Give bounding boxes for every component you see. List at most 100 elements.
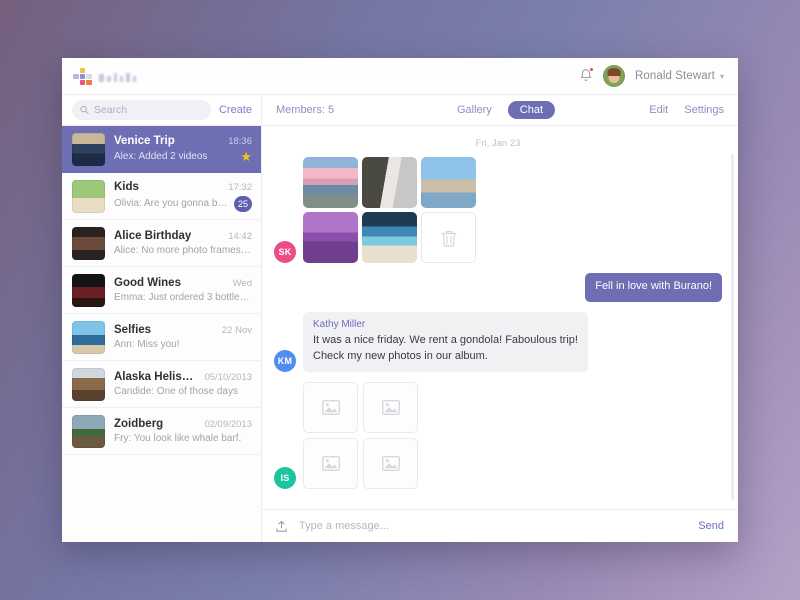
avatar[interactable]: SK bbox=[274, 241, 296, 263]
conversation-title: Zoidberg bbox=[114, 418, 164, 430]
search-icon bbox=[80, 105, 89, 115]
conversation-preview: Ann: Miss you! bbox=[114, 339, 180, 350]
conversation-title: Alice Birthday bbox=[114, 230, 192, 242]
conversation-timestamp: 05/10/2013 bbox=[204, 372, 252, 383]
sidebar: Create Venice Trip 18:36 Alex: Added 2 vid… bbox=[62, 95, 262, 542]
image-placeholder-icon bbox=[321, 400, 340, 416]
avatar[interactable]: IS bbox=[274, 467, 296, 490]
photo-thumbnail[interactable] bbox=[303, 212, 358, 263]
conversation-text: Alaska Heliskiing 05/10/2013 Candide: One … bbox=[114, 371, 252, 397]
image-placeholder-icon bbox=[381, 456, 400, 472]
edit-button[interactable]: Edit bbox=[649, 104, 668, 116]
app-window: Ronald Stewart ▾ Create Venice Trip 18:36… bbox=[62, 58, 738, 542]
conversation-text: Selfies 22 Nov Ann: Miss you! bbox=[114, 324, 252, 350]
photo-thumbnail[interactable] bbox=[362, 157, 417, 208]
sidebar-search-row: Create bbox=[62, 95, 261, 126]
message-placeholder-grid: IS bbox=[274, 382, 722, 490]
brand-wordmark bbox=[99, 70, 136, 82]
send-button[interactable]: Send bbox=[698, 520, 724, 532]
conversation-thumbnail bbox=[72, 226, 105, 260]
conversation-timestamp: 14:42 bbox=[228, 231, 252, 242]
conversation-thumbnail bbox=[72, 132, 105, 166]
avatar[interactable]: KM bbox=[274, 350, 296, 373]
conversation-preview: Alice: No more photo frames, please! bbox=[114, 245, 252, 256]
trash-icon bbox=[440, 230, 457, 247]
conversation-timestamp: 22 Nov bbox=[221, 325, 252, 336]
search-input[interactable] bbox=[93, 104, 203, 116]
avatar[interactable] bbox=[602, 65, 625, 87]
message-input[interactable] bbox=[299, 520, 689, 532]
conversation-thumbnail bbox=[72, 320, 105, 354]
message-bubble[interactable]: Kathy Miller It was a nice friday. We re… bbox=[303, 311, 588, 373]
photo-thumbnail[interactable] bbox=[362, 212, 417, 263]
members-count: Members: 5 bbox=[276, 104, 335, 116]
upload-icon[interactable] bbox=[274, 519, 289, 534]
date-separator: Fri, Jan 23 bbox=[475, 138, 521, 149]
message-text-line-2: Check my new photos in our album. bbox=[313, 350, 488, 363]
conversation-text: Venice Trip 18:36 Alex: Added 2 videos ★ bbox=[114, 135, 252, 163]
conversation-timestamp: 02/09/2013 bbox=[204, 419, 252, 430]
tab-gallery[interactable]: Gallery bbox=[445, 101, 504, 119]
conversation-preview: Olivia: Are you gonna be late... bbox=[114, 198, 228, 209]
photo-thumbnail[interactable] bbox=[303, 157, 358, 208]
conversation-thumbnail bbox=[72, 367, 105, 401]
conversation-text: Good Wines Wed Emma: Just ordered 3 bottle… bbox=[114, 277, 252, 303]
conversation-text: Alice Birthday 14:42 Alice: No more photo … bbox=[114, 230, 252, 256]
thread-scrollbar[interactable] bbox=[731, 154, 734, 501]
conversation-preview: Fry: You look like whale barf. bbox=[114, 433, 242, 444]
star-icon[interactable]: ★ bbox=[240, 150, 252, 163]
app-body: Create Venice Trip 18:36 Alex: Added 2 vid… bbox=[62, 95, 738, 542]
conversation-text: Kids 17:32Olivia: Are you gonna be late..… bbox=[114, 181, 252, 212]
view-tabs[interactable]: Gallery Chat bbox=[445, 101, 556, 119]
create-button[interactable]: Create bbox=[219, 104, 252, 116]
conversation-list-item[interactable]: Good Wines Wed Emma: Just ordered 3 bottle… bbox=[62, 267, 261, 314]
image-placeholder-icon bbox=[381, 400, 400, 416]
message-outgoing: Fell in love with Burano! bbox=[274, 273, 722, 302]
app-logo-icon bbox=[73, 67, 92, 85]
message-composer: Send bbox=[262, 509, 738, 542]
conversation-list-item[interactable]: Venice Trip 18:36 Alex: Added 2 videos ★ bbox=[62, 126, 261, 173]
toolbar-actions: Edit Settings bbox=[649, 104, 724, 116]
message-text-line-1: It was a nice friday. We rent a gondola!… bbox=[313, 334, 578, 347]
app-header: Ronald Stewart ▾ bbox=[62, 58, 738, 95]
message-sender: Kathy Miller bbox=[313, 318, 366, 330]
brand-logo[interactable] bbox=[73, 67, 136, 85]
conversation-thumbnail bbox=[72, 273, 105, 307]
image-placeholder-icon bbox=[321, 456, 340, 472]
conversation-title: Venice Trip bbox=[114, 135, 175, 147]
conversation-title: Kids bbox=[114, 180, 139, 193]
bell-icon[interactable] bbox=[579, 66, 594, 85]
conversation-list-item[interactable]: Zoidberg 02/09/2013 Fry: You look like wha… bbox=[62, 408, 261, 455]
conversation-list-item[interactable]: Selfies 22 Nov Ann: Miss you! bbox=[62, 314, 261, 361]
conversation-list[interactable]: Venice Trip 18:36 Alex: Added 2 videos ★ Kid… bbox=[62, 126, 261, 542]
conversation-preview: Emma: Just ordered 3 bottles of Pet... bbox=[114, 292, 252, 303]
image-placeholder-slot[interactable] bbox=[363, 438, 418, 490]
conversation-thumbnail bbox=[72, 414, 105, 448]
chevron-down-icon[interactable]: ▾ bbox=[720, 72, 724, 81]
conversation-list-item[interactable]: Alice Birthday 14:42 Alice: No more photo … bbox=[62, 220, 261, 267]
message-thread[interactable]: Fri, Jan 23 SK Fell in love with Burano!… bbox=[262, 126, 738, 509]
conversation-list-item[interactable]: Kids 17:32Olivia: Are you gonna be late..… bbox=[62, 173, 261, 220]
image-placeholder-slot[interactable] bbox=[303, 382, 358, 434]
search-field[interactable] bbox=[72, 100, 211, 120]
image-placeholder-slot[interactable] bbox=[363, 382, 418, 434]
photo-thumbnail[interactable] bbox=[421, 157, 476, 208]
message-photo-grid: SK bbox=[274, 157, 722, 263]
user-name[interactable]: Ronald Stewart bbox=[635, 70, 715, 82]
message-bubble[interactable]: Fell in love with Burano! bbox=[585, 273, 722, 302]
conversation-timestamp: 18:36 bbox=[228, 136, 252, 147]
photo-grid[interactable] bbox=[303, 157, 476, 263]
conversation-title: Selfies bbox=[114, 324, 152, 336]
conversation-timestamp: 17:32 bbox=[228, 181, 252, 193]
image-placeholder-grid[interactable] bbox=[303, 382, 418, 490]
notification-badge bbox=[588, 66, 594, 72]
conversation-list-item[interactable]: Alaska Heliskiing 05/10/2013 Candide: One … bbox=[62, 361, 261, 408]
image-placeholder-slot[interactable] bbox=[303, 438, 358, 490]
settings-button[interactable]: Settings bbox=[684, 104, 724, 116]
header-right-cluster: Ronald Stewart ▾ bbox=[579, 65, 724, 87]
conversation-preview: Alex: Added 2 videos bbox=[114, 151, 208, 162]
tab-chat[interactable]: Chat bbox=[507, 101, 556, 119]
conversation-toolbar: Members: 5 Gallery Chat Edit Settings bbox=[262, 95, 738, 126]
delete-photo-slot[interactable] bbox=[421, 212, 476, 263]
conversation-timestamp: Wed bbox=[232, 278, 252, 289]
